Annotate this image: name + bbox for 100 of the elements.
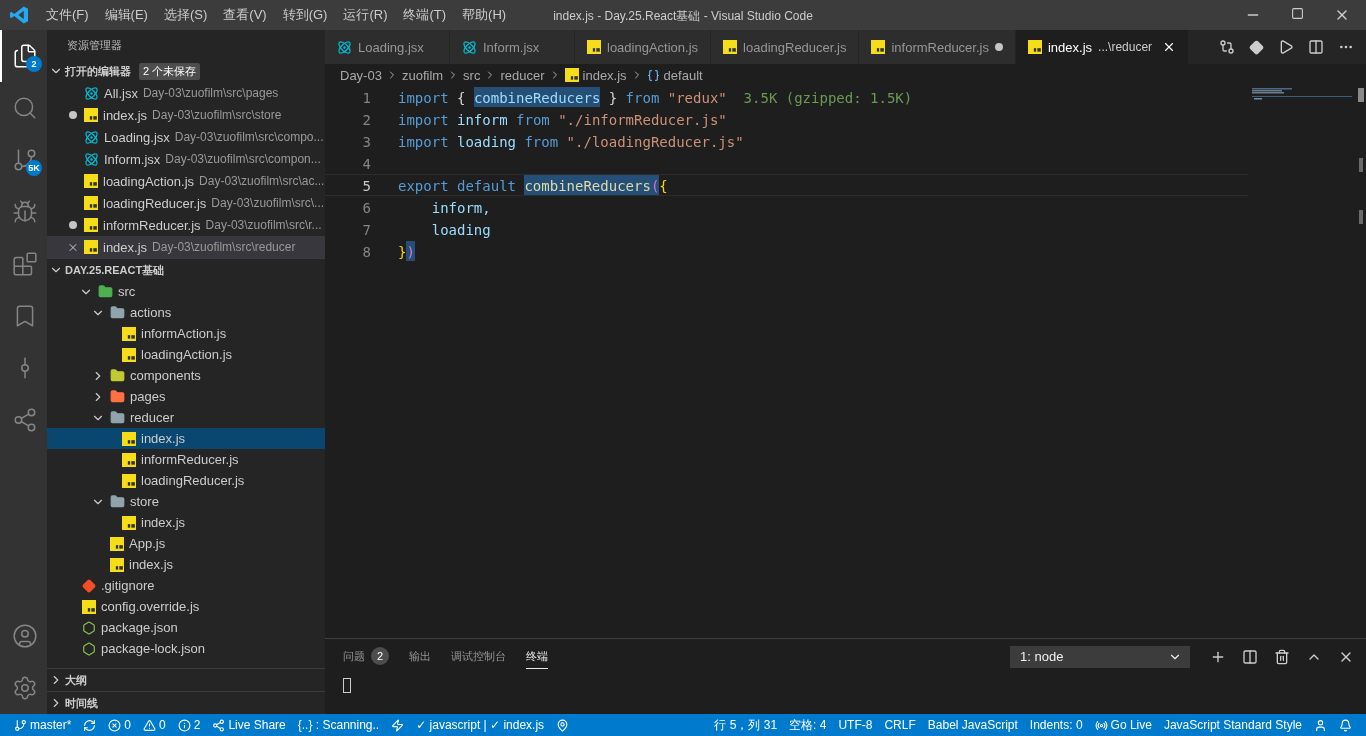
trash-icon[interactable] — [1274, 648, 1290, 665]
menu-item[interactable]: 选择(S) — [155, 6, 216, 24]
breadcrumb-item[interactable]: Day-03 — [340, 67, 382, 83]
status-item[interactable]: UTF-8 — [832, 718, 879, 732]
count-badge: 5K — [26, 160, 42, 176]
open-editor-item[interactable]: informReducer.js Day-03\zuofilm\src\r... — [47, 214, 325, 236]
panel-tab[interactable]: 输出 — [409, 644, 431, 669]
tree-item[interactable]: package.json — [47, 617, 325, 638]
code-token: "redux" — [666, 89, 727, 107]
editor-tab[interactable]: Loading.jsx — [325, 30, 450, 64]
panel-tab[interactable]: 终端 — [526, 644, 548, 669]
editor-tab[interactable]: loadingAction.js — [575, 30, 712, 64]
js-file-icon — [110, 557, 124, 572]
react-atom-icon — [337, 39, 352, 55]
status-item[interactable]: CRLF — [878, 718, 922, 732]
section-header[interactable]: DAY.25.REACT基础 — [47, 258, 325, 281]
diamond-icon[interactable] — [1249, 39, 1264, 55]
open-editor-item[interactable]: loadingAction.js Day-03\zuofilm\src\ac... — [47, 170, 325, 192]
code-token: from — [523, 133, 559, 151]
tree-item[interactable]: components — [47, 365, 325, 386]
tree-item[interactable]: App.js — [47, 533, 325, 554]
js-file-icon — [122, 431, 136, 446]
settings-icon[interactable] — [11, 675, 38, 701]
open-editor-item[interactable]: All.jsx Day-03\zuofilm\src\pages — [47, 82, 325, 104]
status-item[interactable]: 空格: 4 — [783, 716, 833, 734]
line-number: 3 — [361, 133, 372, 151]
tree-item[interactable]: index.js — [47, 512, 325, 533]
editor-tab[interactable]: loadingReducer.js — [711, 30, 860, 64]
count-badge: 2 — [371, 647, 389, 665]
menu-item[interactable]: 帮助(H) — [454, 6, 515, 24]
menu-item[interactable]: 运行(R) — [335, 6, 396, 24]
tree-item[interactable]: loadingReducer.js — [47, 470, 325, 491]
code-token: } — [607, 89, 619, 107]
status-item[interactable]: 行 5，列 31 — [708, 716, 784, 734]
section-header[interactable]: 打开的编辑器 2 个未保存 — [47, 60, 325, 82]
tree-item[interactable]: informAction.js — [47, 323, 325, 344]
code-token: inform, — [430, 199, 491, 217]
explorer-icon[interactable] — [11, 43, 38, 69]
js-file-icon — [122, 473, 136, 488]
status-item[interactable]: 2 — [171, 718, 207, 732]
terminal-select[interactable]: 1: node — [1010, 645, 1190, 668]
status-item[interactable]: 0 — [102, 718, 138, 732]
run-icon[interactable] — [1278, 39, 1294, 55]
tree-item[interactable]: pages — [47, 386, 325, 407]
menu-item[interactable]: 文件(F) — [38, 6, 97, 24]
tree-item[interactable]: actions — [47, 302, 325, 323]
compare-icon[interactable] — [1219, 39, 1235, 55]
panel-tab[interactable]: 调试控制台 — [451, 644, 506, 669]
status-item[interactable]: master* — [8, 718, 78, 732]
js-file-icon — [564, 68, 579, 82]
menu-item[interactable]: 编辑(E) — [96, 6, 156, 24]
breadcrumb-item[interactable]: zuofilm — [401, 67, 444, 83]
status-item[interactable]: Go Live — [1088, 718, 1158, 732]
bug-icon[interactable] — [11, 199, 38, 225]
tree-item[interactable]: informReducer.js — [47, 449, 325, 470]
react-atom-icon — [84, 85, 99, 101]
tree-item[interactable]: config.override.js — [47, 596, 325, 617]
maximize-icon[interactable] — [1291, 7, 1304, 20]
panel-tab[interactable]: 问题 2 — [343, 643, 389, 670]
breadcrumb-item[interactable]: reducer — [500, 67, 545, 83]
menu-item[interactable]: 转到(G) — [274, 6, 336, 24]
tree-item[interactable]: index.js — [47, 554, 325, 575]
status-item[interactable]: JavaScript Standard Style — [1157, 718, 1308, 732]
menu-item[interactable]: 查看(V) — [215, 6, 275, 24]
extensions-icon[interactable] — [11, 251, 38, 277]
tree-item[interactable]: src — [47, 281, 325, 302]
js-file-icon — [1027, 40, 1042, 54]
open-editor-item[interactable]: Loading.jsx Day-03\zuofilm\src\compo... — [47, 126, 325, 148]
open-editor-item[interactable]: index.js Day-03\zuofilm\src\reducer — [47, 236, 325, 258]
status-item[interactable]: Live Share — [206, 718, 292, 732]
section-header[interactable]: 大纲 — [47, 668, 325, 691]
editor-tab[interactable]: index.js ...\reducer — [1015, 30, 1190, 64]
editor-tab[interactable]: informReducer.js — [859, 30, 1016, 64]
split-editor-icon[interactable] — [1308, 39, 1324, 55]
editor-tab[interactable]: Inform.jsx — [450, 30, 575, 64]
react-atom-icon — [84, 129, 99, 145]
status-item[interactable]: Indents: 0 — [1023, 718, 1089, 732]
status-item[interactable]: 0 — [137, 718, 172, 732]
account-icon[interactable] — [11, 623, 38, 649]
breadcrumb-item[interactable]: default — [663, 67, 703, 83]
status-item[interactable]: {..} : Scanning.. — [291, 718, 386, 732]
count-badge: 2 — [26, 56, 42, 72]
open-editor-item[interactable]: Inform.jsx Day-03\zuofilm\src\compon... — [47, 148, 325, 170]
code-token: export — [398, 177, 449, 195]
tree-item[interactable]: index.js — [47, 428, 325, 449]
status-item[interactable]: ✓ javascript | ✓ index.js — [410, 718, 551, 732]
split-icon[interactable] — [1242, 648, 1258, 665]
open-editor-item[interactable]: loadingReducer.js Day-03\zuofilm\src\... — [47, 192, 325, 214]
tree-item[interactable]: .gitignore — [47, 575, 325, 596]
open-editor-item[interactable]: index.js Day-03\zuofilm\src\store — [47, 104, 325, 126]
breadcrumb-item[interactable]: index.js — [582, 67, 627, 83]
tree-item[interactable]: reducer — [47, 407, 325, 428]
tree-item[interactable]: loadingAction.js — [47, 344, 325, 365]
breadcrumb-item[interactable]: src — [463, 67, 481, 83]
tree-item[interactable]: store — [47, 491, 325, 512]
status-item[interactable]: Babel JavaScript — [921, 718, 1024, 732]
menu-item[interactable]: 终端(T) — [395, 6, 455, 24]
unsaved-dot — [69, 221, 77, 229]
tree-item[interactable]: package-lock.json — [47, 638, 325, 659]
js-file-icon — [84, 108, 98, 122]
